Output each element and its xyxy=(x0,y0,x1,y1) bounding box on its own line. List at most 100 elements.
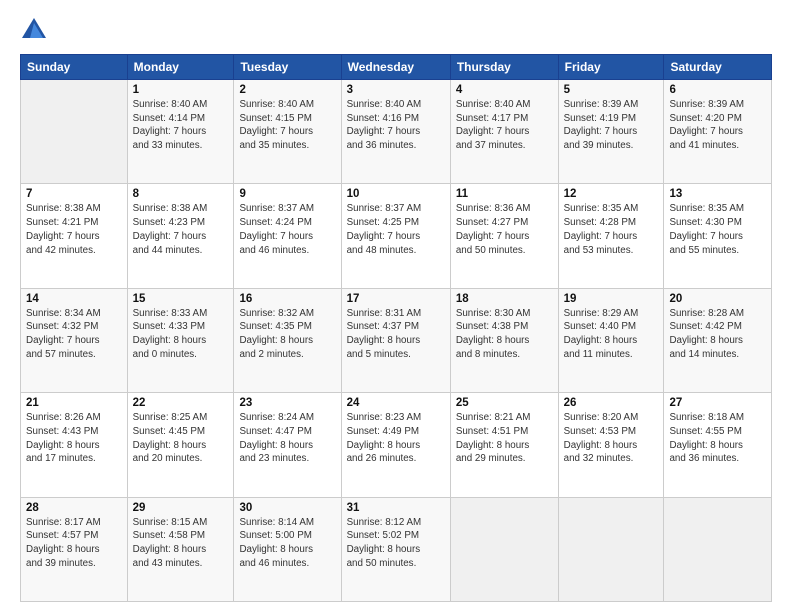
day-number: 29 xyxy=(133,502,229,514)
day-number: 28 xyxy=(26,502,122,514)
day-info: Sunrise: 8:40 AM Sunset: 4:14 PM Dayligh… xyxy=(133,98,229,153)
day-number: 16 xyxy=(239,293,335,305)
calendar-cell: 13 Sunrise: 8:35 AM Sunset: 4:30 PM Dayli… xyxy=(664,184,772,288)
day-info: Sunrise: 8:26 AM Sunset: 4:43 PM Dayligh… xyxy=(26,411,122,466)
day-number: 6 xyxy=(669,84,766,96)
calendar-week-row: 28Sunrise: 8:17 AM Sunset: 4:57 PM Dayli… xyxy=(21,497,772,601)
calendar-cell: 20 Sunrise: 8:28 AM Sunset: 4:42 PM Dayli… xyxy=(664,288,772,392)
calendar-week-row: 1 Sunrise: 8:40 AM Sunset: 4:14 PM Daylig… xyxy=(21,80,772,184)
day-info: Sunrise: 8:15 AM Sunset: 4:58 PM Dayligh… xyxy=(133,516,229,571)
day-number: 23 xyxy=(239,397,335,409)
day-number: 24 xyxy=(347,397,445,409)
day-info: Sunrise: 8:31 AM Sunset: 4:37 PM Dayligh… xyxy=(347,307,445,362)
calendar-cell: 5Sunrise: 8:39 AM Sunset: 4:19 PM Daylig… xyxy=(558,80,664,184)
day-info: Sunrise: 8:40 AM Sunset: 4:17 PM Dayligh… xyxy=(456,98,553,153)
day-info: Sunrise: 8:37 AM Sunset: 4:24 PM Dayligh… xyxy=(239,202,335,257)
day-number: 13 xyxy=(669,188,766,200)
day-info: Sunrise: 8:25 AM Sunset: 4:45 PM Dayligh… xyxy=(133,411,229,466)
day-number: 19 xyxy=(564,293,659,305)
day-number: 31 xyxy=(347,502,445,514)
day-info: Sunrise: 8:34 AM Sunset: 4:32 PM Dayligh… xyxy=(26,307,122,362)
day-info: Sunrise: 8:35 AM Sunset: 4:30 PM Dayligh… xyxy=(669,202,766,257)
day-number: 1 xyxy=(133,84,229,96)
day-info: Sunrise: 8:37 AM Sunset: 4:25 PM Dayligh… xyxy=(347,202,445,257)
calendar-table: SundayMondayTuesdayWednesdayThursdayFrid… xyxy=(20,54,772,602)
weekday-header-tuesday: Tuesday xyxy=(234,55,341,80)
weekday-header-thursday: Thursday xyxy=(450,55,558,80)
day-number: 20 xyxy=(669,293,766,305)
weekday-header-friday: Friday xyxy=(558,55,664,80)
calendar-cell: 28Sunrise: 8:17 AM Sunset: 4:57 PM Dayli… xyxy=(21,497,128,601)
day-number: 22 xyxy=(133,397,229,409)
calendar-cell: 27 Sunrise: 8:18 AM Sunset: 4:55 PM Dayli… xyxy=(664,393,772,497)
calendar-week-row: 7Sunrise: 8:38 AM Sunset: 4:21 PM Daylig… xyxy=(21,184,772,288)
calendar-cell: 14 Sunrise: 8:34 AM Sunset: 4:32 PM Dayli… xyxy=(21,288,128,392)
calendar-cell: 8 Sunrise: 8:38 AM Sunset: 4:23 PM Daylig… xyxy=(127,184,234,288)
day-number: 11 xyxy=(456,188,553,200)
calendar-cell: 18 Sunrise: 8:30 AM Sunset: 4:38 PM Dayli… xyxy=(450,288,558,392)
calendar-cell: 12 Sunrise: 8:35 AM Sunset: 4:28 PM Dayli… xyxy=(558,184,664,288)
day-number: 18 xyxy=(456,293,553,305)
day-number: 14 xyxy=(26,293,122,305)
day-info: Sunrise: 8:23 AM Sunset: 4:49 PM Dayligh… xyxy=(347,411,445,466)
day-number: 9 xyxy=(239,188,335,200)
day-number: 30 xyxy=(239,502,335,514)
weekday-header-row: SundayMondayTuesdayWednesdayThursdayFrid… xyxy=(21,55,772,80)
page: SundayMondayTuesdayWednesdayThursdayFrid… xyxy=(0,0,792,612)
weekday-header-wednesday: Wednesday xyxy=(341,55,450,80)
header xyxy=(20,16,772,44)
day-info: Sunrise: 8:24 AM Sunset: 4:47 PM Dayligh… xyxy=(239,411,335,466)
calendar-cell: 1 Sunrise: 8:40 AM Sunset: 4:14 PM Daylig… xyxy=(127,80,234,184)
calendar-cell: 17Sunrise: 8:31 AM Sunset: 4:37 PM Dayli… xyxy=(341,288,450,392)
day-info: Sunrise: 8:40 AM Sunset: 4:16 PM Dayligh… xyxy=(347,98,445,153)
day-info: Sunrise: 8:12 AM Sunset: 5:02 PM Dayligh… xyxy=(347,516,445,571)
calendar-week-row: 21 Sunrise: 8:26 AM Sunset: 4:43 PM Dayli… xyxy=(21,393,772,497)
day-number: 10 xyxy=(347,188,445,200)
calendar-cell: 4 Sunrise: 8:40 AM Sunset: 4:17 PM Daylig… xyxy=(450,80,558,184)
calendar-cell xyxy=(558,497,664,601)
day-info: Sunrise: 8:29 AM Sunset: 4:40 PM Dayligh… xyxy=(564,307,659,362)
day-number: 12 xyxy=(564,188,659,200)
calendar-cell: 24 Sunrise: 8:23 AM Sunset: 4:49 PM Dayli… xyxy=(341,393,450,497)
day-number: 26 xyxy=(564,397,659,409)
day-info: Sunrise: 8:38 AM Sunset: 4:23 PM Dayligh… xyxy=(133,202,229,257)
calendar-cell: 16 Sunrise: 8:32 AM Sunset: 4:35 PM Dayli… xyxy=(234,288,341,392)
logo xyxy=(20,16,52,44)
weekday-header-monday: Monday xyxy=(127,55,234,80)
day-info: Sunrise: 8:14 AM Sunset: 5:00 PM Dayligh… xyxy=(239,516,335,571)
calendar-cell: 11Sunrise: 8:36 AM Sunset: 4:27 PM Dayli… xyxy=(450,184,558,288)
day-info: Sunrise: 8:33 AM Sunset: 4:33 PM Dayligh… xyxy=(133,307,229,362)
day-info: Sunrise: 8:18 AM Sunset: 4:55 PM Dayligh… xyxy=(669,411,766,466)
calendar-cell: 26 Sunrise: 8:20 AM Sunset: 4:53 PM Dayli… xyxy=(558,393,664,497)
day-info: Sunrise: 8:39 AM Sunset: 4:19 PM Dayligh… xyxy=(564,98,659,153)
day-info: Sunrise: 8:30 AM Sunset: 4:38 PM Dayligh… xyxy=(456,307,553,362)
day-info: Sunrise: 8:38 AM Sunset: 4:21 PM Dayligh… xyxy=(26,202,122,257)
day-number: 2 xyxy=(239,84,335,96)
day-number: 21 xyxy=(26,397,122,409)
day-number: 27 xyxy=(669,397,766,409)
calendar-cell: 30 Sunrise: 8:14 AM Sunset: 5:00 PM Dayli… xyxy=(234,497,341,601)
calendar-cell: 31 Sunrise: 8:12 AM Sunset: 5:02 PM Dayli… xyxy=(341,497,450,601)
calendar-cell xyxy=(450,497,558,601)
day-info: Sunrise: 8:40 AM Sunset: 4:15 PM Dayligh… xyxy=(239,98,335,153)
day-info: Sunrise: 8:32 AM Sunset: 4:35 PM Dayligh… xyxy=(239,307,335,362)
day-number: 3 xyxy=(347,84,445,96)
logo-icon xyxy=(20,16,48,44)
calendar-cell: 7Sunrise: 8:38 AM Sunset: 4:21 PM Daylig… xyxy=(21,184,128,288)
day-info: Sunrise: 8:20 AM Sunset: 4:53 PM Dayligh… xyxy=(564,411,659,466)
calendar-cell: 19 Sunrise: 8:29 AM Sunset: 4:40 PM Dayli… xyxy=(558,288,664,392)
calendar-cell: 25Sunrise: 8:21 AM Sunset: 4:51 PM Dayli… xyxy=(450,393,558,497)
weekday-header-sunday: Sunday xyxy=(21,55,128,80)
day-number: 8 xyxy=(133,188,229,200)
day-info: Sunrise: 8:28 AM Sunset: 4:42 PM Dayligh… xyxy=(669,307,766,362)
calendar-cell: 15Sunrise: 8:33 AM Sunset: 4:33 PM Dayli… xyxy=(127,288,234,392)
day-info: Sunrise: 8:21 AM Sunset: 4:51 PM Dayligh… xyxy=(456,411,553,466)
calendar-week-row: 14 Sunrise: 8:34 AM Sunset: 4:32 PM Dayli… xyxy=(21,288,772,392)
calendar-cell: 3 Sunrise: 8:40 AM Sunset: 4:16 PM Daylig… xyxy=(341,80,450,184)
calendar-cell: 23 Sunrise: 8:24 AM Sunset: 4:47 PM Dayli… xyxy=(234,393,341,497)
calendar-cell: 6Sunrise: 8:39 AM Sunset: 4:20 PM Daylig… xyxy=(664,80,772,184)
day-info: Sunrise: 8:35 AM Sunset: 4:28 PM Dayligh… xyxy=(564,202,659,257)
calendar-cell: 2 Sunrise: 8:40 AM Sunset: 4:15 PM Daylig… xyxy=(234,80,341,184)
day-number: 4 xyxy=(456,84,553,96)
calendar-cell: 21 Sunrise: 8:26 AM Sunset: 4:43 PM Dayli… xyxy=(21,393,128,497)
